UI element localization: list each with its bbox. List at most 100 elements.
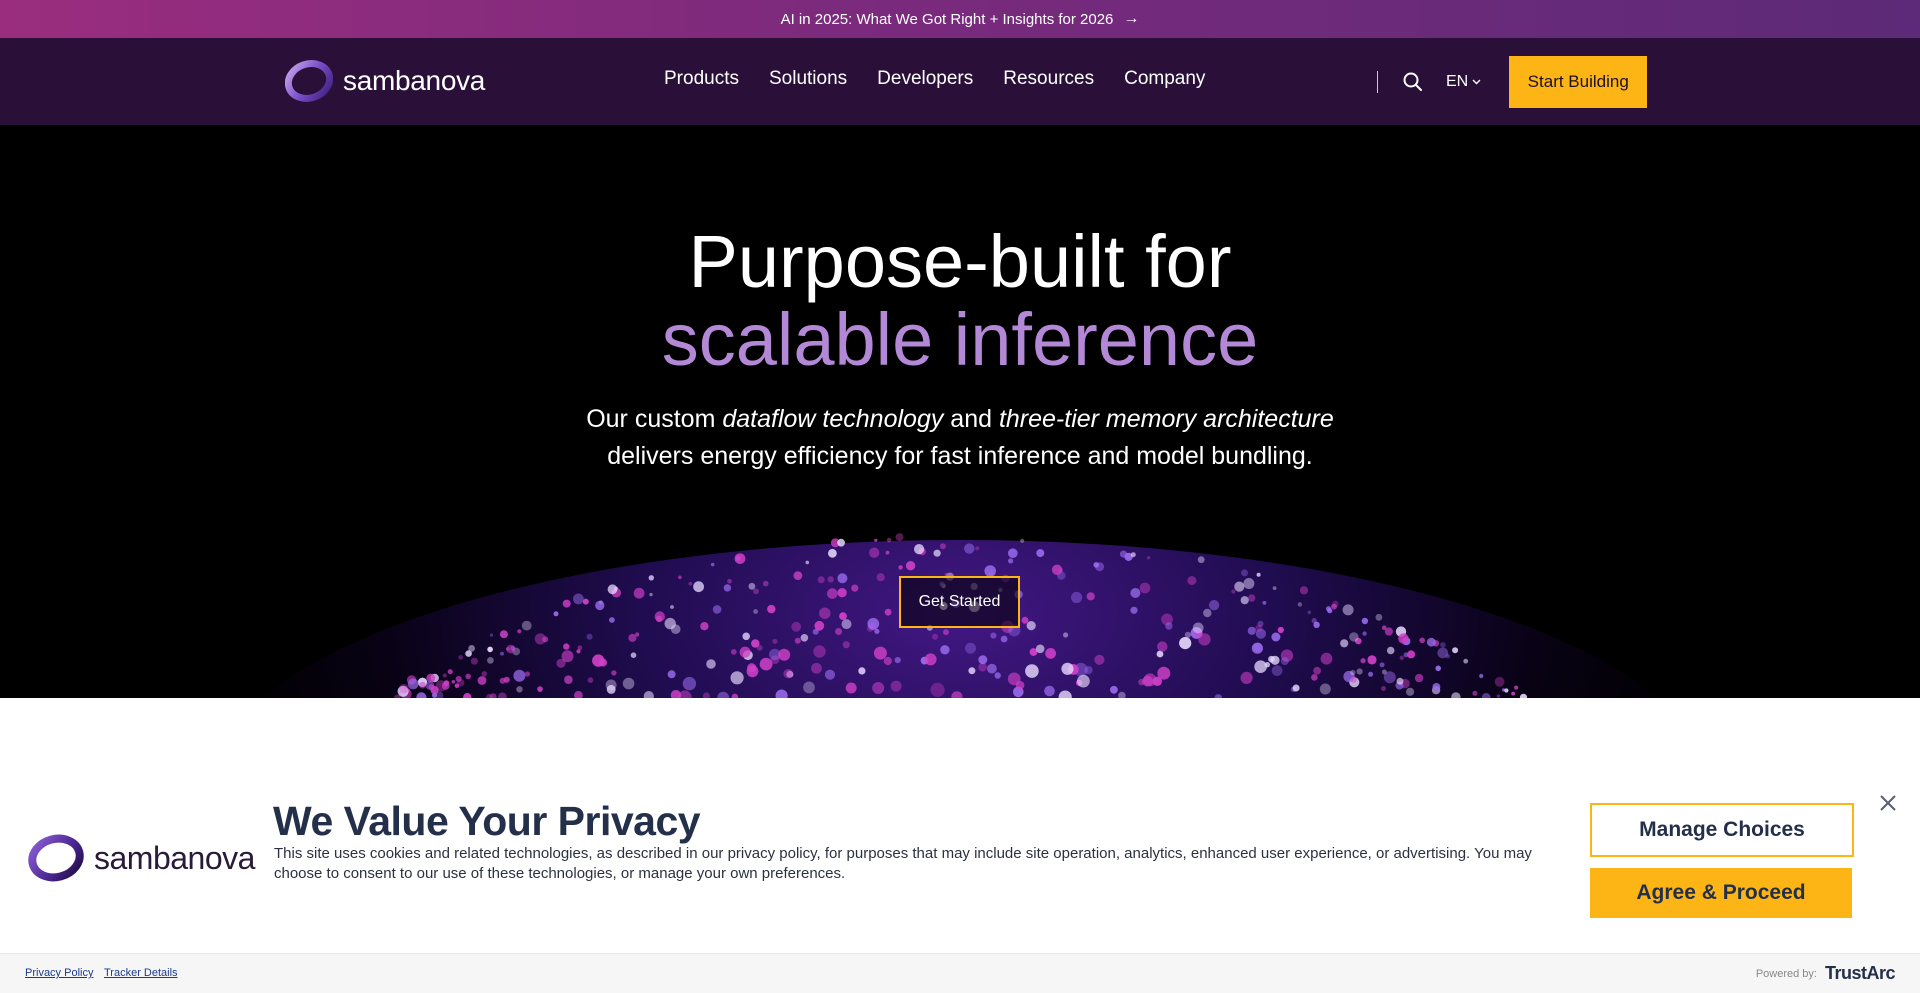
particle-dot [874, 628, 880, 634]
particle-dot [465, 673, 472, 680]
logo-wordmark: sambanova [343, 65, 486, 96]
particle-dot [1350, 676, 1358, 683]
particle-dot [1406, 687, 1415, 696]
tracker-details-link[interactable]: Tracker Details [104, 967, 178, 979]
particle-dot [1511, 691, 1515, 696]
menu-item-resources[interactable]: Resources [1003, 68, 1094, 90]
particle-dot [1130, 606, 1138, 614]
particle-dot [1437, 647, 1449, 659]
particle-dot [1110, 685, 1118, 694]
particle-dot [1340, 639, 1349, 648]
particle-dot [706, 659, 716, 669]
particle-dot [1058, 568, 1063, 573]
particle-dot [407, 678, 419, 690]
particle-dot [1356, 668, 1363, 675]
particle-dot [994, 672, 1001, 679]
particle-dot [643, 691, 654, 698]
particle-dot [487, 657, 494, 664]
language-selector[interactable]: EN [1446, 73, 1481, 91]
particle-dot [607, 584, 618, 595]
trustarc-logo[interactable]: TrustArc [1825, 963, 1896, 984]
get-started-button[interactable]: Get Started [899, 576, 1020, 628]
particle-dot [775, 689, 788, 698]
particle-dot [1063, 632, 1069, 638]
particle-dot [592, 654, 605, 667]
primary-menu: Products Solutions Developers Resources … [664, 68, 1205, 90]
particle-dot [1379, 662, 1385, 668]
particle-dot [1143, 673, 1157, 687]
particle-dot [975, 546, 980, 551]
sambanova-logo[interactable]: sambanova [285, 59, 485, 103]
particle-dot [965, 642, 976, 654]
particle-dot [924, 653, 937, 666]
particle-dot [951, 691, 963, 698]
particle-dot [1187, 576, 1197, 586]
menu-item-company[interactable]: Company [1124, 68, 1205, 90]
agree-proceed-button[interactable]: Agree & Proceed [1590, 868, 1852, 918]
particle-dot [1292, 684, 1300, 692]
privacy-policy-link[interactable]: Privacy Policy [25, 967, 93, 979]
particle-dot [1472, 690, 1478, 696]
particle-dot [1020, 538, 1025, 543]
particle-dot [678, 575, 682, 580]
particle-dot [867, 617, 880, 630]
hero-subtitle-part1: Our custom [586, 405, 723, 433]
particle-dot [1208, 600, 1220, 611]
particle-dot [890, 680, 902, 692]
particle-dot [700, 622, 709, 631]
start-building-button[interactable]: Start Building [1509, 56, 1648, 108]
powered-by-label: Powered by: [1755, 967, 1817, 980]
particle-dot [481, 671, 488, 677]
particle-dot [1231, 589, 1236, 594]
particle-dot [587, 677, 594, 683]
search-icon[interactable] [1402, 71, 1424, 93]
particle-dot [1021, 616, 1029, 624]
particle-dot [778, 648, 791, 661]
particle-dot [727, 578, 732, 584]
particle-dot [841, 619, 852, 630]
particle-dot [710, 562, 715, 567]
particle-dot [505, 647, 510, 651]
particle-dot [542, 636, 549, 643]
particle-dot [905, 561, 916, 571]
particle-dot [762, 580, 769, 587]
particle-dot [693, 581, 704, 593]
arrow-right-icon[interactable]: → [1123, 10, 1139, 28]
particle-dot [1325, 606, 1332, 612]
particle-dot [895, 533, 904, 542]
particle-dot [1119, 550, 1128, 558]
particle-dot [968, 667, 976, 675]
particle-dot [1045, 648, 1056, 659]
particle-dot [767, 604, 776, 614]
particle-dot [1198, 633, 1211, 646]
particle-dot [1349, 632, 1359, 642]
particle-dot [1414, 673, 1424, 683]
menu-item-developers[interactable]: Developers [877, 68, 973, 90]
particle-dot [574, 690, 583, 698]
sambanova-logo-icon [285, 60, 333, 102]
particle-dot [516, 686, 523, 693]
particle-dot [1384, 627, 1393, 636]
announcement-text[interactable]: AI in 2025: What We Got Right + Insights… [781, 11, 1114, 28]
particle-dot [1452, 647, 1459, 654]
particle-dot [1313, 621, 1320, 628]
particle-dot [1383, 671, 1396, 684]
particle-dot [1311, 674, 1318, 681]
particle-dot [1086, 592, 1095, 601]
particle-dot [562, 599, 571, 608]
particle-dot [800, 634, 809, 642]
particle-dot [813, 645, 826, 658]
particle-dot [791, 621, 802, 632]
menu-item-solutions[interactable]: Solutions [769, 68, 847, 90]
nav-divider [1377, 71, 1378, 93]
particle-dot [1240, 671, 1253, 685]
menu-item-products[interactable]: Products [664, 68, 739, 90]
close-icon[interactable] [1877, 792, 1899, 814]
particle-dot [1396, 677, 1404, 685]
particle-dot [447, 669, 453, 675]
particle-dot [1179, 637, 1192, 650]
hero-title-line2: scalable inference [661, 298, 1259, 381]
manage-choices-button[interactable]: Manage Choices [1590, 803, 1854, 857]
particle-dot [1061, 662, 1074, 675]
announcement-bar[interactable]: AI in 2025: What We Got Right + Insights… [0, 0, 1920, 38]
